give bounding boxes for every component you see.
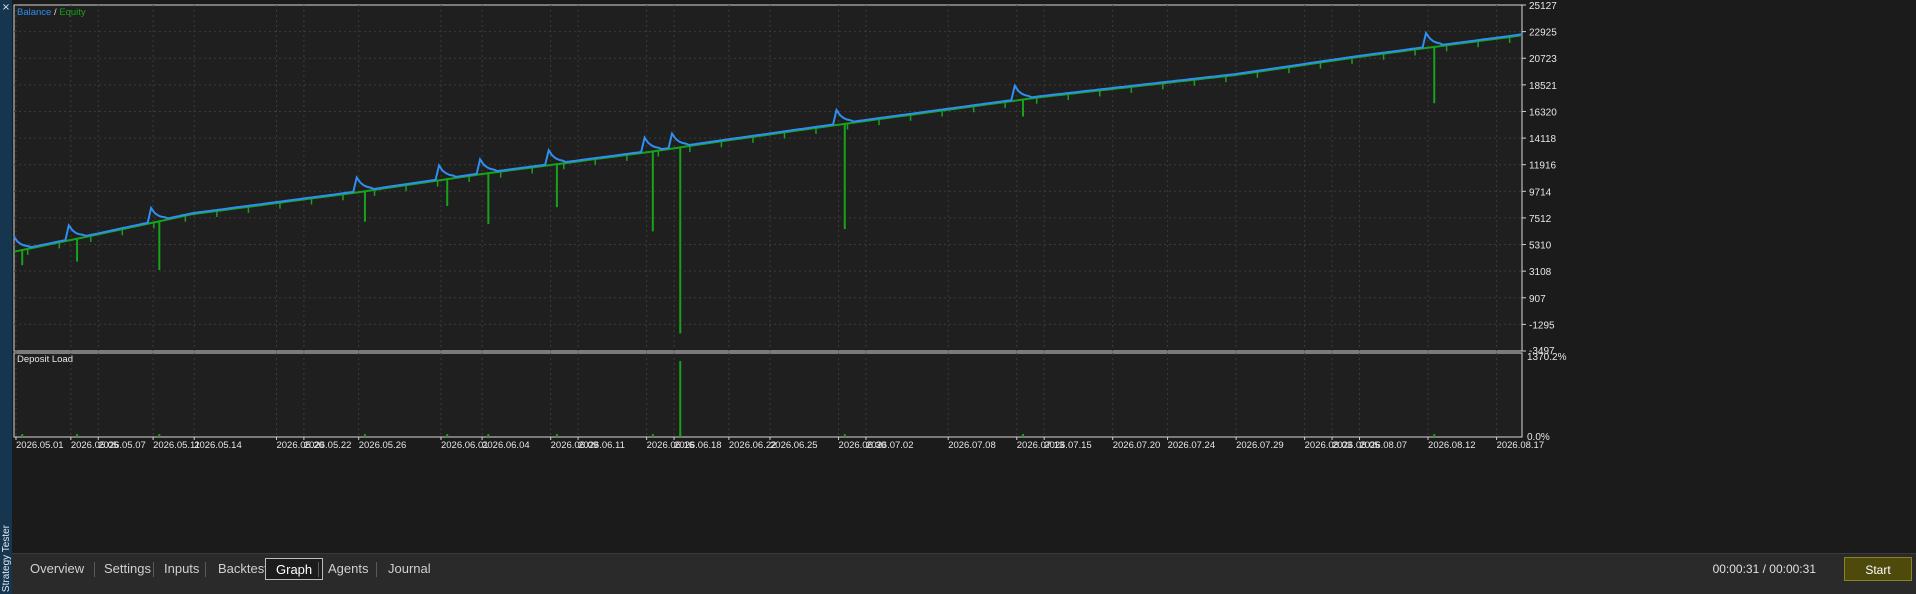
x-tick-label: 2026.05.26 xyxy=(359,440,407,451)
strategy-tester-side-panel: × Strategy Tester xyxy=(0,0,12,594)
x-tick-label: 2026.05.11 xyxy=(153,440,200,451)
y-tick-label: 5310 xyxy=(1529,241,1552,252)
x-tick-label: 2026.06.04 xyxy=(482,440,530,451)
deposit-load-plot-area xyxy=(13,352,1523,438)
tab-settings[interactable]: Settings xyxy=(94,558,161,580)
y-tick-label: 3108 xyxy=(1529,267,1552,278)
y-tick-label: 16320 xyxy=(1529,107,1557,118)
x-tick-label: 2026.07.08 xyxy=(948,440,996,451)
side-panel-title: Strategy Tester xyxy=(0,474,12,594)
tab-inputs[interactable]: Inputs xyxy=(154,558,209,580)
x-tick-label: 2026.08.12 xyxy=(1428,440,1476,451)
legend-separator: / xyxy=(51,7,59,18)
x-tick-label: 2026.07.29 xyxy=(1236,440,1284,451)
strategy-tester-window: × Strategy Tester 25127 22925 20723 18521 16… xyxy=(0,0,1916,594)
y-tick-label: 18521 xyxy=(1529,81,1557,92)
start-button[interactable]: Start xyxy=(1844,557,1912,581)
x-tick-label: 2026.07.15 xyxy=(1044,440,1092,451)
tab-agents[interactable]: Agents xyxy=(318,558,378,580)
y-tick-label: 9714 xyxy=(1529,187,1552,198)
tab-divider xyxy=(205,562,206,577)
y-tick-label: 14118 xyxy=(1529,134,1557,145)
y-tick-label: -1295 xyxy=(1529,320,1555,331)
balance-equity-graph: 25127 22925 20723 18521 16320 14118 11916 9714 7… xyxy=(12,0,1916,553)
x-tick-label: 2026.07.20 xyxy=(1113,440,1161,451)
y-tick-label: 7512 xyxy=(1529,214,1552,225)
y-tick-label: 25127 xyxy=(1529,1,1557,12)
legend-balance: Balance xyxy=(17,7,51,18)
deposit-load-title: Deposit Load xyxy=(17,354,73,365)
y-tick-label: 22925 xyxy=(1529,28,1557,39)
side-panel-label: Strategy Tester xyxy=(1,524,12,592)
legend-equity: Equity xyxy=(59,7,86,18)
tester-tab-bar: Overview Settings Inputs Backtest Graph … xyxy=(12,553,1916,594)
x-tick-label: 2026.05.07 xyxy=(98,440,146,451)
balance-equity-plot-area xyxy=(13,4,1523,352)
deposit-load-max-label: 1370.2% xyxy=(1527,352,1567,363)
elapsed-timer: 00:00:31 / 00:00:31 xyxy=(1712,562,1816,576)
x-tick-label: 2026.06.11 xyxy=(578,440,625,451)
y-tick-label: 907 xyxy=(1529,294,1546,305)
x-tick-label: 2026.07.24 xyxy=(1168,440,1216,451)
chart-legend: Balance / Equity xyxy=(17,7,86,18)
x-tick-label: 2026.07.02 xyxy=(866,440,914,451)
x-tick-label: 2026.05.22 xyxy=(304,440,352,451)
x-tick-label: 2026.06.25 xyxy=(770,440,818,451)
tab-divider xyxy=(376,562,377,577)
tab-journal[interactable]: Journal xyxy=(378,558,441,580)
x-tick-label: 2026.06.18 xyxy=(674,440,722,451)
tab-graph[interactable]: Graph xyxy=(265,558,324,580)
close-icon[interactable]: × xyxy=(0,2,12,14)
deposit-load-min-label: 0.0% xyxy=(1527,432,1550,443)
x-tick-label: 2026.05.14 xyxy=(194,440,242,451)
y-tick-label: 11916 xyxy=(1529,161,1557,172)
y-tick-label: 20723 xyxy=(1529,54,1557,65)
x-tick-label: 2026.05.01 xyxy=(16,440,64,451)
tab-overview[interactable]: Overview xyxy=(20,558,94,580)
x-tick-label: 2026.08.07 xyxy=(1359,440,1407,451)
